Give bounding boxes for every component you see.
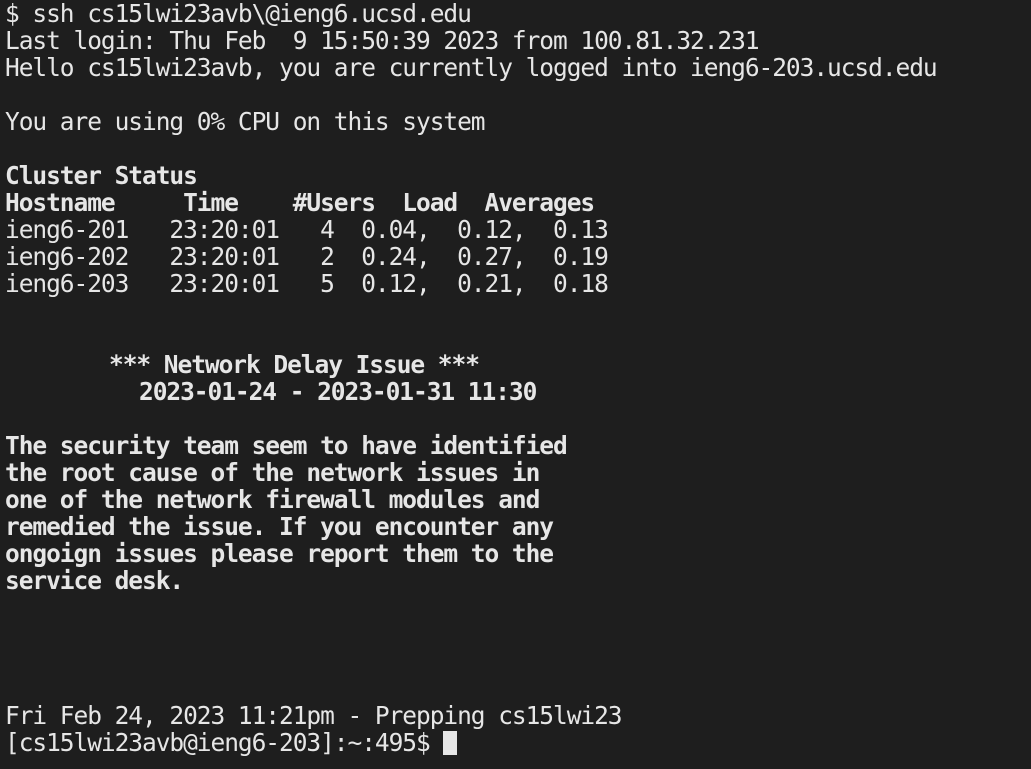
terminal-window[interactable]: $ ssh cs15lwi23avb\@ieng6.ucsd.edu Last … xyxy=(0,0,1031,769)
text-cursor xyxy=(443,731,458,755)
notice-body-line: remedied the issue. If you encounter any xyxy=(5,512,554,541)
cluster-table-header: Hostname Time #Users Load Averages xyxy=(5,188,595,217)
status-line: Fri Feb 24, 2023 11:21pm - Prepping cs15… xyxy=(5,701,623,730)
notice-title: *** Network Delay Issue *** xyxy=(109,350,480,379)
welcome-line: Hello cs15lwi23avb, you are currently lo… xyxy=(5,53,938,82)
cluster-status-title: Cluster Status xyxy=(5,161,198,190)
notice-body-line: service desk. xyxy=(5,566,184,595)
notice-dates: 2023-01-24 - 2023-01-31 11:30 xyxy=(139,377,537,406)
notice-body-line: ongoign issues please report them to the xyxy=(5,539,554,568)
notice-body-line: one of the network firewall modules and xyxy=(5,485,540,514)
cluster-row-ieng6-202: ieng6-202 23:20:01 2 0.24, 0.27, 0.19 xyxy=(5,242,609,271)
cpu-usage-line: You are using 0% CPU on this system xyxy=(5,107,486,136)
shell-prompt: [cs15lwi23avb@ieng6-203]:~:495$ xyxy=(5,728,444,757)
shell-prompt-line[interactable]: [cs15lwi23avb@ieng6-203]:~:495$ xyxy=(5,728,458,757)
notice-body-line: The security team seem to have identifie… xyxy=(5,431,568,460)
cluster-row-ieng6-201: ieng6-201 23:20:01 4 0.04, 0.12, 0.13 xyxy=(5,215,609,244)
notice-body-line: the root cause of the network issues in xyxy=(5,458,540,487)
cluster-row-ieng6-203: ieng6-203 23:20:01 5 0.12, 0.21, 0.18 xyxy=(5,269,609,298)
ssh-command-line: $ ssh cs15lwi23avb\@ieng6.ucsd.edu xyxy=(5,0,472,28)
last-login-line: Last login: Thu Feb 9 15:50:39 2023 from… xyxy=(5,26,760,55)
